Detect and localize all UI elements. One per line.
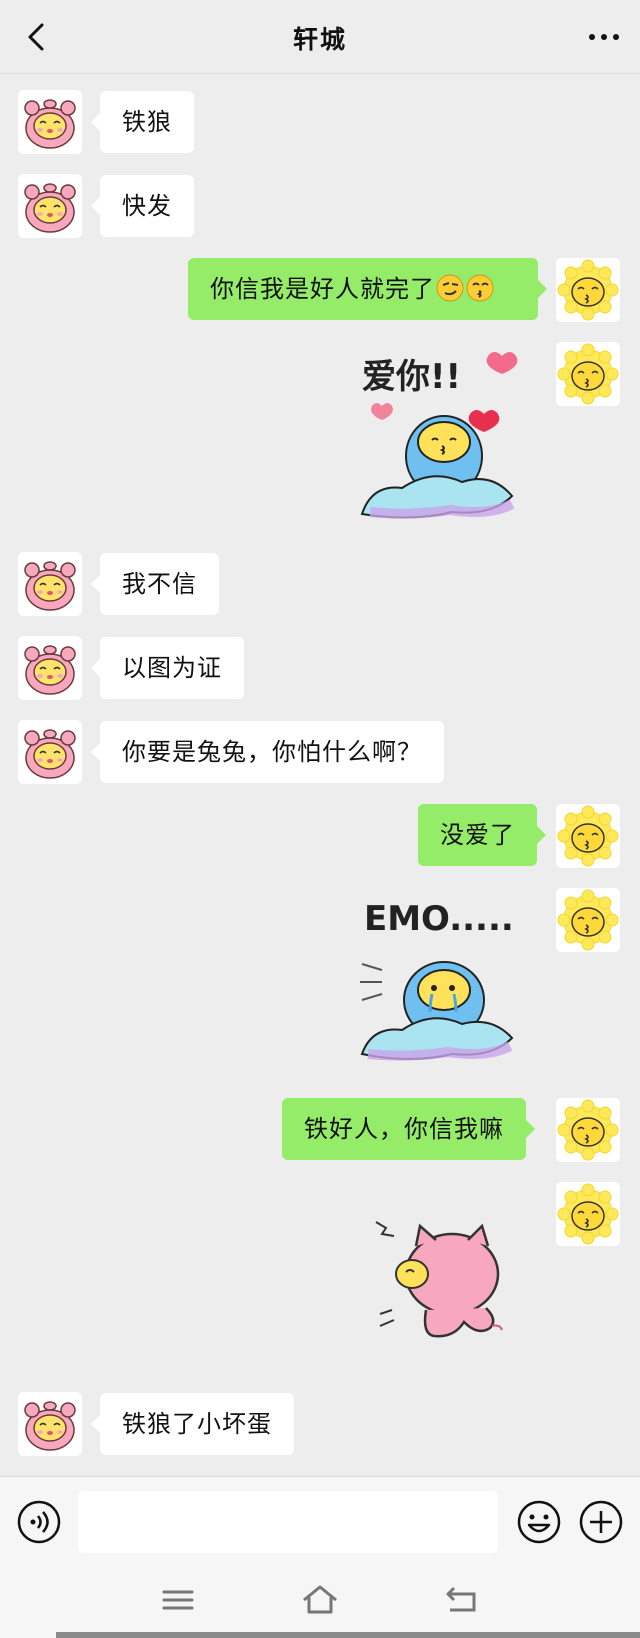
menu-icon[interactable] xyxy=(156,1582,200,1618)
message-text: 你信我是好人就完了 xyxy=(210,275,435,303)
avatar-self[interactable] xyxy=(556,258,620,322)
message-bubble-incoming[interactable]: 铁狼了小坏蛋 xyxy=(91,1393,294,1455)
more-dots-icon xyxy=(589,34,619,40)
message-bubble-incoming[interactable]: 你要是兔兔，你怕什么啊？ xyxy=(91,721,444,783)
home-indicator[interactable] xyxy=(56,1632,640,1638)
love-you-sticker[interactable]: 爱你!! xyxy=(352,346,532,526)
message-bubble-incoming[interactable]: 我不信 xyxy=(91,553,219,615)
avatar-contact[interactable] xyxy=(18,90,82,154)
message-bubble-incoming[interactable]: 快发 xyxy=(91,175,194,237)
avatar-self[interactable] xyxy=(556,804,620,868)
message-bubble-incoming[interactable]: 铁狼 xyxy=(91,91,194,153)
message-bubble-incoming[interactable]: 以图为证 xyxy=(91,637,244,699)
avatar-self[interactable] xyxy=(556,342,620,406)
plus-icon[interactable] xyxy=(578,1499,624,1545)
message-bubble-outgoing[interactable]: 没爱了 xyxy=(418,804,546,866)
chat-title: 轩城 xyxy=(292,25,347,54)
avatar-self[interactable] xyxy=(556,1098,620,1162)
avatar-self[interactable] xyxy=(556,1182,620,1246)
avatar-contact[interactable] xyxy=(18,174,82,238)
back-arrow-icon[interactable] xyxy=(440,1582,484,1618)
home-icon[interactable] xyxy=(298,1582,342,1618)
sticker-caption: 爱你!! xyxy=(362,357,461,397)
avatar-contact[interactable] xyxy=(18,552,82,616)
smirk-emoji-icon xyxy=(436,274,464,302)
kiss-emoji-icon xyxy=(466,274,494,302)
sticker-caption: EMO..... xyxy=(364,899,514,939)
emo-sticker[interactable]: EMO..... xyxy=(352,890,532,1070)
emoji-icon[interactable] xyxy=(516,1499,562,1545)
pink-cat-sticker[interactable] xyxy=(372,1210,522,1350)
message-bubble-outgoing[interactable]: 铁好人，你信我嘛 xyxy=(282,1098,535,1160)
avatar-contact[interactable] xyxy=(18,636,82,700)
chat-header: 轩城 xyxy=(0,0,640,74)
voice-icon[interactable] xyxy=(16,1499,62,1545)
avatar-self[interactable] xyxy=(556,888,620,952)
message-bubble-outgoing[interactable]: 你信我是好人就完了 xyxy=(188,258,547,320)
message-input[interactable] xyxy=(78,1491,498,1553)
chat-input-bar xyxy=(0,1476,640,1566)
avatar-contact[interactable] xyxy=(18,720,82,784)
system-nav-bar xyxy=(0,1566,640,1638)
avatar-contact[interactable] xyxy=(18,1392,82,1456)
more-button[interactable] xyxy=(582,18,626,56)
